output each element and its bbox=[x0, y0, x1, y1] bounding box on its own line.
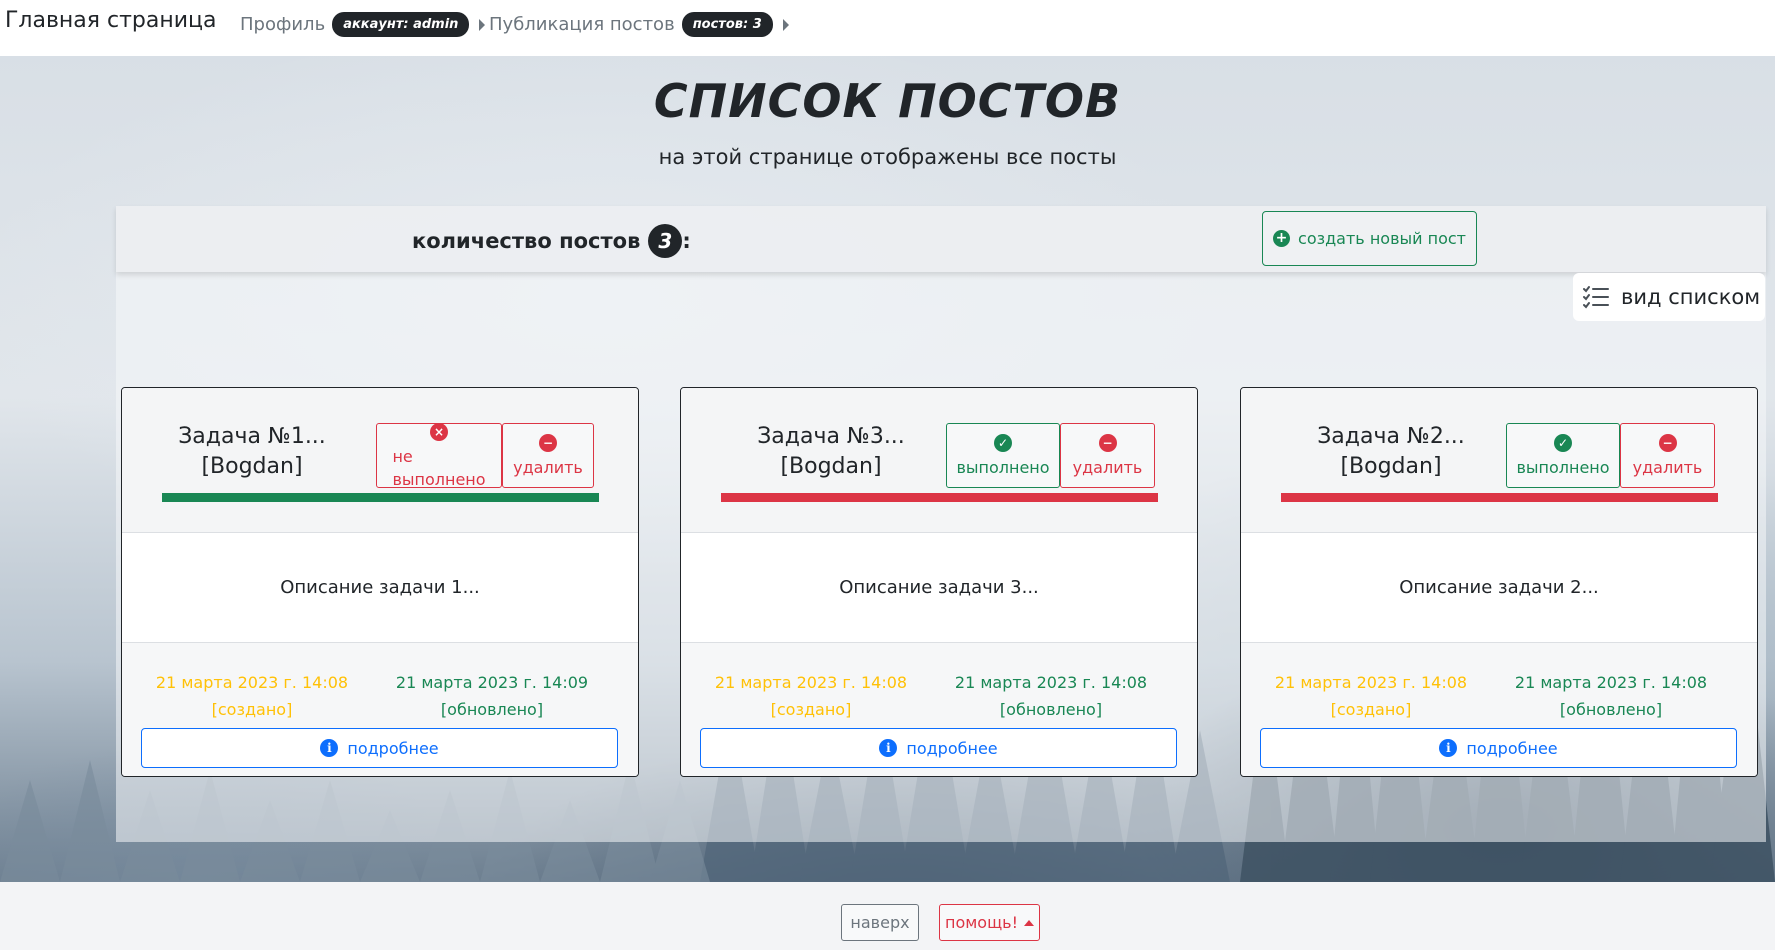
status-label: выполнено bbox=[1516, 458, 1610, 477]
posts-count-badge: 3 bbox=[648, 224, 683, 258]
help-label: помощь! bbox=[944, 913, 1019, 932]
status-bar bbox=[721, 493, 1158, 502]
created-date: 21 марта 2023 г. 14:08 [создано] bbox=[1256, 669, 1486, 723]
delete-label: удалить bbox=[1632, 458, 1703, 477]
details-label: подробнее bbox=[906, 738, 998, 758]
updated-date-value: 21 марта 2023 г. 14:08 bbox=[1514, 673, 1708, 692]
check-circle-icon: ✓ bbox=[1554, 434, 1572, 452]
post-card-footer: 21 марта 2023 г. 14:08 [создано] 21 март… bbox=[122, 643, 638, 776]
details-label: подробнее bbox=[1466, 738, 1558, 758]
create-post-label: создать новый пост bbox=[1298, 229, 1466, 248]
created-date-value: 21 марта 2023 г. 14:08 bbox=[155, 673, 349, 692]
post-card: Задача №1... [Bogdan] × не выполнено − у… bbox=[121, 387, 639, 777]
updated-date-value: 21 марта 2023 г. 14:09 bbox=[395, 673, 589, 692]
help-button[interactable]: помощь! bbox=[939, 904, 1040, 941]
list-view-label: вид списком bbox=[1621, 285, 1761, 309]
created-date: 21 марта 2023 г. 14:08 [создано] bbox=[696, 669, 926, 723]
x-circle-icon: × bbox=[430, 422, 448, 441]
post-title-text: Задача №2... bbox=[1317, 424, 1465, 449]
home-link[interactable]: Главная страница bbox=[5, 8, 217, 33]
dash-circle-icon: − bbox=[1658, 434, 1677, 452]
post-card: Задача №2... [Bogdan] ✓ выполнено − удал… bbox=[1240, 387, 1758, 777]
delete-label: удалить bbox=[1072, 458, 1143, 477]
post-card-header: Задача №1... [Bogdan] × не выполнено − у… bbox=[122, 388, 638, 533]
scroll-top-button[interactable]: наверх bbox=[841, 904, 919, 941]
created-label: [создано] bbox=[1330, 700, 1412, 719]
post-title: Задача №1... [Bogdan] bbox=[172, 422, 332, 482]
posts-count-badge: постов: 3 bbox=[681, 12, 773, 37]
page-subtitle: на этой странице отображены все посты bbox=[658, 145, 1117, 169]
updated-date: 21 марта 2023 г. 14:09 [обновлено] bbox=[377, 669, 607, 723]
info-circle-icon: i bbox=[879, 739, 898, 757]
details-label: подробнее bbox=[347, 738, 439, 758]
check-circle-icon: ✓ bbox=[994, 434, 1012, 452]
delete-label: удалить bbox=[513, 458, 583, 477]
list-check-icon bbox=[1583, 286, 1609, 309]
post-card-footer: 21 марта 2023 г. 14:08 [создано] 21 март… bbox=[681, 643, 1197, 776]
post-author: [Bogdan] bbox=[1340, 454, 1442, 479]
delete-button[interactable]: − удалить bbox=[1620, 423, 1715, 488]
delete-button[interactable]: − удалить bbox=[1060, 423, 1155, 488]
details-button[interactable]: i подробнее bbox=[141, 728, 618, 768]
account-badge: аккаунт: admin bbox=[332, 12, 470, 37]
posts-link[interactable]: Публикация постов постов: 3 bbox=[489, 12, 789, 37]
post-author: [Bogdan] bbox=[201, 454, 303, 479]
status-label-line1: не bbox=[392, 446, 413, 466]
create-post-button[interactable]: + создать новый пост bbox=[1262, 211, 1477, 266]
post-title: Задача №2... [Bogdan] bbox=[1311, 422, 1471, 482]
posts-count: количество постов 3 : bbox=[412, 224, 691, 258]
status-label: выполнено bbox=[956, 458, 1050, 477]
caret-right-icon bbox=[479, 18, 486, 31]
created-date: 21 марта 2023 г. 14:08 [создано] bbox=[137, 669, 367, 723]
posts-label: Публикация постов bbox=[489, 14, 675, 35]
post-title: Задача №3... [Bogdan] bbox=[751, 422, 911, 482]
updated-date: 21 марта 2023 г. 14:08 [обновлено] bbox=[936, 669, 1166, 723]
status-toggle-button[interactable]: × не выполнено bbox=[376, 422, 502, 489]
caret-up-icon bbox=[1024, 919, 1035, 926]
status-toggle-button[interactable]: ✓ выполнено bbox=[1506, 423, 1620, 488]
caret-right-icon bbox=[782, 18, 789, 31]
updated-label: [обновлено] bbox=[1559, 700, 1663, 719]
status-label-line2: выполнено bbox=[392, 469, 486, 489]
post-card-header: Задача №3... [Bogdan] ✓ выполнено − удал… bbox=[681, 388, 1197, 533]
dash-circle-icon: − bbox=[539, 434, 557, 452]
posts-panel-header bbox=[116, 206, 1766, 272]
plus-circle-icon: + bbox=[1273, 230, 1291, 247]
updated-label: [обновлено] bbox=[999, 700, 1103, 719]
info-circle-icon: i bbox=[320, 739, 339, 757]
status-bar bbox=[1281, 493, 1718, 502]
dash-circle-icon: − bbox=[1098, 434, 1117, 452]
page-title: СПИСОК ПОСТОВ bbox=[653, 74, 1122, 128]
created-label: [создано] bbox=[211, 700, 293, 719]
updated-label: [обновлено] bbox=[440, 700, 544, 719]
scroll-top-label: наверх bbox=[850, 913, 910, 932]
post-card: Задача №3... [Bogdan] ✓ выполнено − удал… bbox=[680, 387, 1198, 777]
post-card-header: Задача №2... [Bogdan] ✓ выполнено − удал… bbox=[1241, 388, 1757, 533]
post-description: Описание задачи 2... bbox=[1241, 533, 1757, 643]
details-button[interactable]: i подробнее bbox=[700, 728, 1177, 768]
posts-count-suffix: : bbox=[682, 229, 691, 253]
navbar: Главная страница Профиль аккаунт: admin … bbox=[0, 0, 1775, 56]
post-title-text: Задача №3... bbox=[757, 424, 905, 449]
post-card-footer: 21 марта 2023 г. 14:08 [создано] 21 март… bbox=[1241, 643, 1757, 776]
status-label: не выполнено bbox=[392, 447, 485, 489]
profile-link[interactable]: Профиль аккаунт: admin bbox=[240, 12, 486, 37]
created-label: [создано] bbox=[770, 700, 852, 719]
post-description: Описание задачи 1... bbox=[122, 533, 638, 643]
posts-count-label: количество постов bbox=[412, 229, 641, 253]
post-title-text: Задача №1... bbox=[178, 424, 326, 449]
post-author: [Bogdan] bbox=[780, 454, 882, 479]
profile-label: Профиль bbox=[240, 14, 326, 35]
created-date-value: 21 марта 2023 г. 14:08 bbox=[1274, 673, 1468, 692]
updated-date: 21 марта 2023 г. 14:08 [обновлено] bbox=[1496, 669, 1726, 723]
delete-button[interactable]: − удалить bbox=[502, 423, 594, 488]
updated-date-value: 21 марта 2023 г. 14:08 bbox=[954, 673, 1148, 692]
post-description: Описание задачи 3... bbox=[681, 533, 1197, 643]
list-view-button[interactable]: вид списком bbox=[1573, 273, 1765, 321]
info-circle-icon: i bbox=[1439, 739, 1458, 757]
status-toggle-button[interactable]: ✓ выполнено bbox=[946, 423, 1060, 488]
status-bar bbox=[162, 493, 599, 502]
details-button[interactable]: i подробнее bbox=[1260, 728, 1737, 768]
created-date-value: 21 марта 2023 г. 14:08 bbox=[714, 673, 908, 692]
